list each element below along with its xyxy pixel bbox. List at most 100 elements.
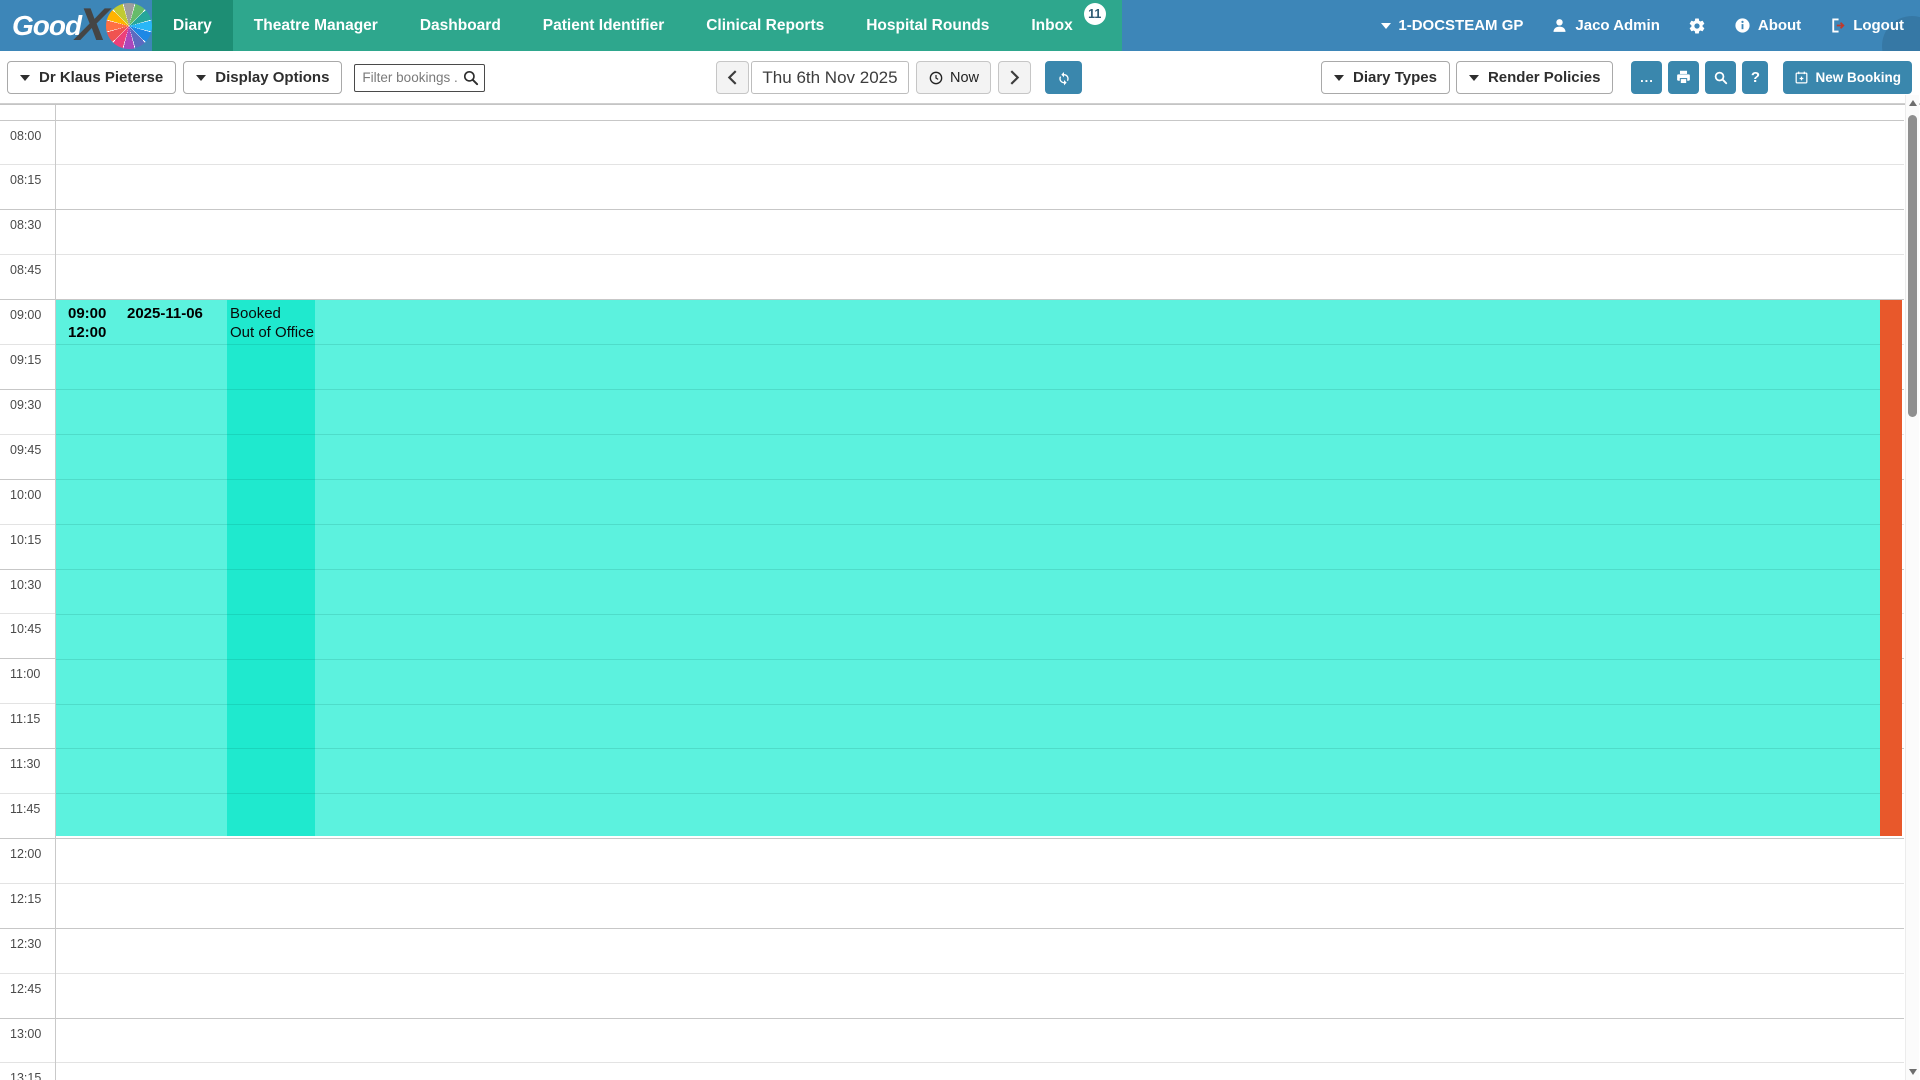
clock-icon [928, 70, 944, 86]
time-label: 08:15 [10, 173, 41, 187]
diary-types-label: Diary Types [1353, 69, 1437, 86]
booking-orange-strip [1880, 300, 1902, 836]
diary-slot-row: 12:15 [0, 883, 1904, 927]
tab-patient-identifier[interactable]: Patient Identifier [522, 0, 685, 51]
now-label: Now [950, 70, 979, 86]
time-label: 12:00 [10, 847, 41, 861]
chevron-left-icon [727, 70, 738, 85]
time-label: 08:45 [10, 263, 41, 277]
diary-slot[interactable] [56, 974, 1904, 1017]
diary-slot-row: 08:45 [0, 254, 1904, 298]
person-icon [1551, 17, 1568, 34]
display-options-label: Display Options [215, 69, 329, 86]
diary-slot[interactable] [56, 210, 1904, 253]
booking-slot-line [56, 434, 1880, 435]
booking-end-time: 12:00 [68, 323, 106, 342]
diary-slot-row: 08:15 [0, 164, 1904, 208]
about-link[interactable]: About [1734, 17, 1801, 34]
toolbar-left-group: Dr Klaus Pieterse Display Options [7, 61, 485, 94]
practice-label: 1-DOCSTEAM GP [1398, 17, 1523, 34]
search-icon[interactable] [462, 69, 480, 87]
booking-slot-line [56, 614, 1880, 615]
display-options-dropdown[interactable]: Display Options [183, 61, 342, 94]
new-booking-button[interactable]: New Booking [1783, 61, 1912, 94]
time-label: 10:30 [10, 578, 41, 592]
chevron-down-icon [1469, 75, 1479, 81]
more-options-button[interactable]: ... [1631, 61, 1662, 94]
refresh-button[interactable] [1045, 61, 1082, 94]
now-button[interactable]: Now [916, 61, 991, 94]
tab-hospital-rounds[interactable]: Hospital Rounds [845, 0, 1010, 51]
diary-slot-row: 08:00 [0, 120, 1904, 164]
diary-slot[interactable] [56, 929, 1904, 972]
chevron-right-icon [1009, 70, 1020, 85]
main-nav: Diary Theatre Manager Dashboard Patient Ide… [152, 0, 1122, 51]
diary-slot[interactable] [56, 1019, 1904, 1062]
diary-slot[interactable] [56, 121, 1904, 164]
top-navigation-bar: Good X Diary Theatre Manager Dashboard Pati… [0, 0, 1920, 51]
booking-date: 2025-11-06 [127, 304, 203, 323]
vertical-scrollbar[interactable] [1905, 95, 1919, 1080]
diary-types-dropdown[interactable]: Diary Types [1321, 61, 1450, 94]
logo-text-x: X [75, 1, 111, 47]
filter-bookings-wrap [354, 64, 485, 92]
calendar-plus-icon [1794, 70, 1809, 85]
previous-day-button[interactable] [716, 61, 749, 94]
booking-slot-line [56, 793, 1880, 794]
time-label: 12:15 [10, 892, 41, 906]
scroll-up-arrow-icon[interactable] [1909, 100, 1917, 106]
time-label: 11:00 [10, 667, 40, 681]
diary-slot[interactable] [56, 1063, 1904, 1080]
practitioner-dropdown[interactable]: Dr Klaus Pieterse [7, 61, 176, 94]
booking-slot-line [56, 524, 1880, 525]
booking-event[interactable]: 09:00 2025-11-06 Booked 12:00 Out of Off… [56, 300, 1902, 836]
tab-clinical-reports[interactable]: Clinical Reports [685, 0, 845, 51]
ellipsis-icon: ... [1640, 70, 1654, 85]
settings-button[interactable] [1688, 17, 1706, 35]
info-circle-icon [1734, 17, 1751, 34]
booking-reason: Out of Office [230, 323, 314, 342]
time-label: 08:30 [10, 218, 41, 232]
tab-theatre-manager[interactable]: Theatre Manager [233, 0, 399, 51]
tab-label: Hospital Rounds [866, 17, 989, 35]
diary-slot[interactable] [56, 255, 1904, 298]
diary-slot[interactable] [56, 165, 1904, 208]
next-day-button[interactable] [998, 61, 1031, 94]
diary-slot[interactable] [56, 839, 1904, 882]
render-policies-dropdown[interactable]: Render Policies [1456, 61, 1614, 94]
tab-label: Dashboard [420, 17, 501, 35]
date-label: Thu 6th Nov 2025 [762, 68, 897, 88]
logout-label: Logout [1853, 17, 1904, 34]
user-menu[interactable]: Jaco Admin [1551, 17, 1659, 34]
chevron-down-icon [1381, 23, 1391, 29]
tab-diary[interactable]: Diary [152, 0, 233, 51]
booking-slot-line [56, 389, 1880, 390]
booking-status: Booked [230, 304, 281, 323]
current-date-display[interactable]: Thu 6th Nov 2025 [751, 61, 909, 94]
practice-selector[interactable]: 1-DOCSTEAM GP [1381, 17, 1523, 34]
tab-label: Diary [173, 17, 212, 35]
search-booking-button[interactable] [1705, 61, 1736, 94]
about-label: About [1758, 17, 1801, 34]
booking-slot-line [56, 659, 1880, 660]
time-label: 11:15 [10, 712, 40, 726]
print-button[interactable] [1668, 61, 1699, 94]
goodx-logo[interactable]: Good X [12, 0, 152, 51]
diary-slot-row: 12:30 [0, 928, 1904, 972]
time-label: 09:00 [10, 308, 41, 322]
diary-slot[interactable] [56, 884, 1904, 927]
search-icon [1713, 70, 1729, 86]
time-label: 09:30 [10, 398, 41, 412]
tab-inbox[interactable]: Inbox11 [1010, 0, 1093, 51]
tab-dashboard[interactable]: Dashboard [399, 0, 522, 51]
diary-slot-row: 13:15 [0, 1062, 1904, 1080]
time-label: 12:45 [10, 982, 41, 996]
booking-slot-line [56, 748, 1880, 749]
scroll-down-arrow-icon[interactable] [1909, 1069, 1917, 1075]
time-label: 11:30 [10, 757, 40, 771]
logout-button[interactable]: Logout [1829, 17, 1904, 34]
scrollbar-thumb[interactable] [1908, 115, 1917, 417]
gear-icon [1688, 17, 1706, 35]
date-navigation-group: Thu 6th Nov 2025 Now [716, 61, 1082, 94]
help-button[interactable]: ? [1742, 61, 1768, 94]
